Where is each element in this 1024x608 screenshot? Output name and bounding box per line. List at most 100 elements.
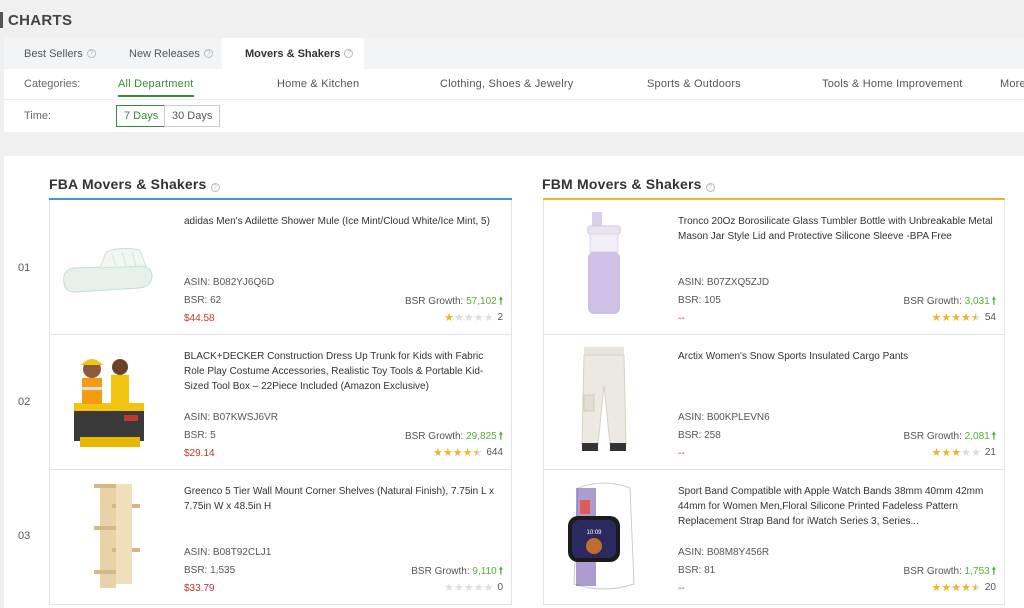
product-asin: ASIN: B082YJ6Q6D (184, 277, 275, 288)
star-icon: ★ (462, 447, 473, 459)
rating: ★★★★★ 644 (433, 446, 503, 459)
product-price: $29.14 (184, 448, 215, 459)
product-price: -- (678, 583, 685, 594)
product-bsr: BSR: 5 (184, 430, 216, 441)
review-count: 54 (984, 312, 996, 323)
star-icon: ★ (473, 312, 484, 324)
product-bsr: BSR: 258 (678, 430, 721, 441)
category-tools[interactable]: Tools & Home Improvement (822, 78, 963, 90)
product-name[interactable]: Tronco 20Oz Borosilicate Glass Tumbler B… (678, 214, 998, 244)
arrow-up-icon: 🠕 (498, 431, 503, 442)
star-icon: ★ (463, 582, 474, 594)
star-icon: ★ (941, 312, 952, 324)
rank-number: 02 (18, 396, 31, 408)
product-price: $33.79 (184, 583, 215, 594)
star-icon: ★ (453, 582, 464, 594)
bsr-growth: BSR Growth: 2,081 🠕 (904, 429, 996, 446)
category-all-department[interactable]: All Department (118, 78, 194, 97)
tab-movers-shakers[interactable]: Movers & Shakers? (222, 38, 364, 69)
star-icon: ★ (971, 582, 981, 594)
time-7-days-button[interactable]: 7 Days (116, 105, 167, 127)
product-image-corner-shelves[interactable] (60, 480, 160, 592)
star-icon: ★ (951, 312, 962, 324)
product-name[interactable]: adidas Men's Adilette Shower Mule (Ice M… (184, 214, 504, 229)
tab-best-sellers[interactable]: Best Sellers? (4, 38, 106, 69)
growth-label: BSR Growth: (404, 431, 464, 442)
list-item[interactable]: adidas Men's Adilette Shower Mule (Ice M… (50, 200, 511, 335)
rating: ★★★★★ 21 (932, 446, 997, 459)
list-item[interactable]: 10:09 Sport Band Compatible with Apple W… (544, 470, 1004, 605)
star-icon: ★ (483, 312, 494, 324)
star-icon: ★ (951, 582, 962, 594)
review-count: 0 (497, 582, 503, 593)
product-asin: ASIN: B00KPLEVN6 (678, 412, 770, 423)
bsr-growth: BSR Growth: 9,110 🠕 (411, 564, 503, 581)
rating: ★★★★★ 20 (932, 581, 997, 594)
star-icon: ★ (483, 582, 494, 594)
star-rating: ★★★★★ (932, 581, 981, 594)
list-item[interactable]: Greenco 5 Tier Wall Mount Corner Shelves… (50, 470, 511, 605)
star-icon: ★ (463, 312, 474, 324)
tab-new-releases[interactable]: New Releases? (106, 38, 222, 69)
star-icon: ★ (941, 447, 952, 459)
fba-section-title: FBA Movers & Shakers? (49, 176, 220, 192)
tab-label: Best Sellers (24, 47, 83, 60)
category-more[interactable]: More (1000, 78, 1024, 90)
star-icon: ★ (971, 312, 981, 324)
product-image-slide[interactable] (60, 210, 160, 322)
category-sports[interactable]: Sports & Outdoors (647, 78, 741, 90)
review-count: 2 (497, 312, 503, 323)
review-count: 644 (486, 447, 503, 458)
product-price: -- (678, 313, 685, 324)
tab-label: Movers & Shakers (245, 47, 341, 60)
product-name[interactable]: Greenco 5 Tier Wall Mount Corner Shelves… (184, 484, 504, 514)
svg-text:10:09: 10:09 (586, 530, 602, 536)
product-image-tumbler[interactable] (554, 210, 654, 322)
star-icon: ★ (432, 447, 443, 459)
product-image-watch-band[interactable]: 10:09 (554, 480, 654, 592)
product-price: -- (678, 448, 685, 459)
star-icon: ★ (472, 447, 483, 459)
star-rating: ★★★★★ (932, 311, 981, 324)
list-item[interactable]: BLACK+DECKER Construction Dress Up Trunk… (50, 335, 511, 470)
growth-value: 29,825 (466, 431, 497, 442)
star-icon: ★ (931, 582, 942, 594)
bsr-growth: BSR Growth: 1,753 🠕 (904, 564, 996, 581)
rank-number: 01 (18, 262, 31, 274)
fba-list: adidas Men's Adilette Shower Mule (Ice M… (49, 200, 512, 605)
star-rating: ★★★★★ (444, 311, 493, 324)
chart-tabs: Best Sellers? New Releases? Movers & Sha… (4, 38, 1024, 69)
help-icon: ? (203, 49, 213, 58)
movers-panel: FBA Movers & Shakers? 01 02 03 adidas Me… (4, 156, 1024, 608)
product-image-snow-pants[interactable] (554, 345, 654, 457)
rating: ★★★★★ 0 (444, 581, 503, 594)
star-icon: ★ (961, 312, 971, 324)
page-title-text: CHARTS (8, 11, 73, 29)
category-clothing[interactable]: Clothing, Shoes & Jewelry (440, 78, 573, 90)
arrow-up-icon: 🠕 (498, 566, 503, 577)
product-asin: ASIN: B07KWSJ6VR (184, 412, 278, 423)
page-title: CHARTS (0, 8, 72, 32)
product-name[interactable]: Arctix Women's Snow Sports Insulated Car… (678, 349, 998, 364)
arrow-up-icon: 🠕 (991, 431, 996, 442)
arrow-up-icon: 🠕 (991, 296, 996, 307)
rating: ★★★★★ 54 (932, 311, 997, 324)
list-item[interactable]: Tronco 20Oz Borosilicate Glass Tumbler B… (544, 200, 1004, 335)
product-image-kids-costume[interactable] (60, 345, 160, 457)
filter-panel: Best Sellers? New Releases? Movers & Sha… (4, 38, 1024, 132)
star-icon: ★ (931, 447, 942, 459)
star-rating: ★★★★★ (444, 581, 493, 594)
product-price: $44.58 (184, 313, 215, 324)
product-name[interactable]: Sport Band Compatible with Apple Watch B… (678, 484, 998, 529)
list-item[interactable]: Arctix Women's Snow Sports Insulated Car… (544, 335, 1004, 470)
growth-value: 2,081 (964, 431, 990, 442)
star-icon: ★ (961, 582, 971, 594)
fbm-title-text: FBM Movers & Shakers (542, 176, 702, 192)
category-home-kitchen[interactable]: Home & Kitchen (277, 78, 359, 90)
title-bar (0, 12, 3, 28)
time-row: Time: 7 Days 30 Days (4, 100, 1024, 132)
time-30-days-button[interactable]: 30 Days (164, 105, 221, 127)
help-icon: ? (344, 49, 354, 58)
star-icon: ★ (442, 447, 453, 459)
product-name[interactable]: BLACK+DECKER Construction Dress Up Trunk… (184, 349, 504, 394)
